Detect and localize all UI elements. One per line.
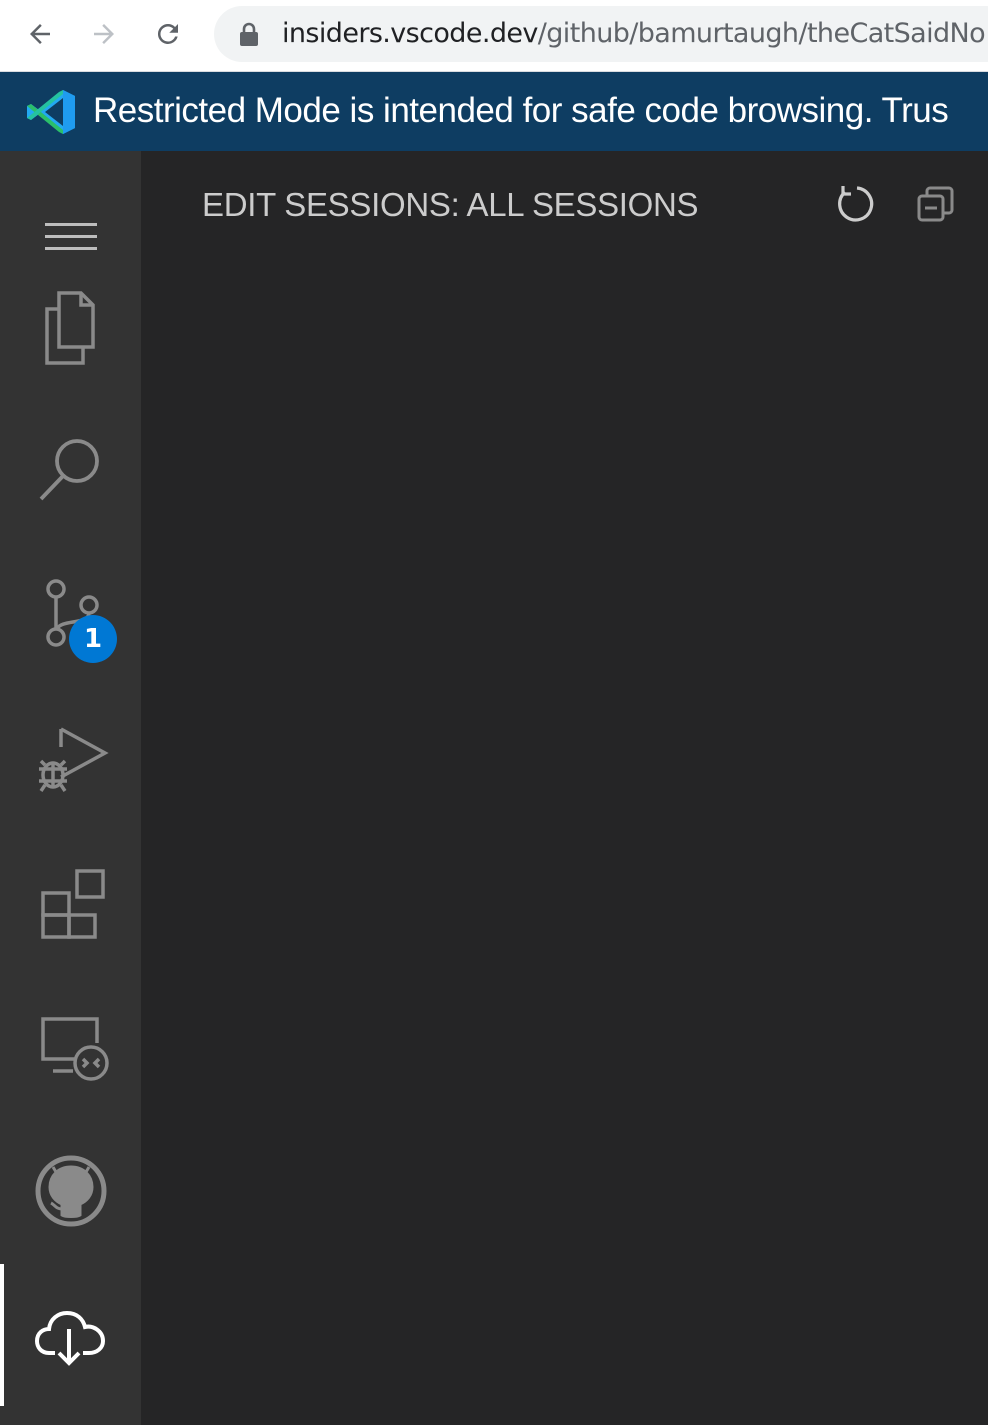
hamburger-menu-icon [44,223,97,250]
extensions-icon [40,869,105,939]
activity-edit-sessions[interactable] [0,1264,141,1406]
files-icon [44,291,95,365]
browser-toolbar: insiders.vscode.dev/github/bamurtaugh/th… [0,0,988,72]
github-icon [35,1155,106,1227]
activity-remote-explorer[interactable] [0,976,141,1118]
activity-extensions[interactable] [0,832,141,974]
refresh-icon [838,186,874,222]
collapse-all-button[interactable] [911,179,961,229]
url-text: insiders.vscode.dev/github/bamurtaugh/th… [282,17,986,51]
restricted-mode-banner[interactable]: Restricted Mode is intended for safe cod… [0,72,988,151]
arrow-left-icon [30,24,50,44]
arrow-right-icon [94,24,114,44]
vscode-logo-icon [27,90,75,134]
source-control-badge: 1 [69,615,117,663]
url-path: /github/bamurtaugh/theCatSaidNo [537,18,986,49]
search-icon [39,439,99,501]
remote-explorer-icon [40,1017,109,1081]
lock-icon [240,22,258,46]
cloud-download-icon [34,1310,105,1366]
reload-button[interactable] [146,12,190,56]
activity-run-and-debug[interactable] [0,688,141,830]
activity-github[interactable] [0,1120,141,1262]
activity-bar: 1 [0,151,141,1425]
collapse-all-icon [917,186,954,222]
debug-icon [38,727,109,792]
edit-sessions-view: EDIT SESSIONS: ALL SESSIONS [141,151,988,1425]
forward-button[interactable] [82,12,126,56]
refresh-button[interactable] [832,179,882,229]
back-button[interactable] [18,12,62,56]
activity-search[interactable] [0,400,141,542]
address-bar[interactable]: insiders.vscode.dev/github/bamurtaugh/th… [214,6,988,62]
view-title: EDIT SESSIONS: ALL SESSIONS [202,186,699,223]
url-host: insiders.vscode.dev [282,18,538,49]
activity-source-control[interactable] [0,544,141,686]
banner-message: Restricted Mode is intended for safe cod… [93,91,949,130]
activity-explorer[interactable] [0,256,141,398]
reload-icon [157,23,178,44]
